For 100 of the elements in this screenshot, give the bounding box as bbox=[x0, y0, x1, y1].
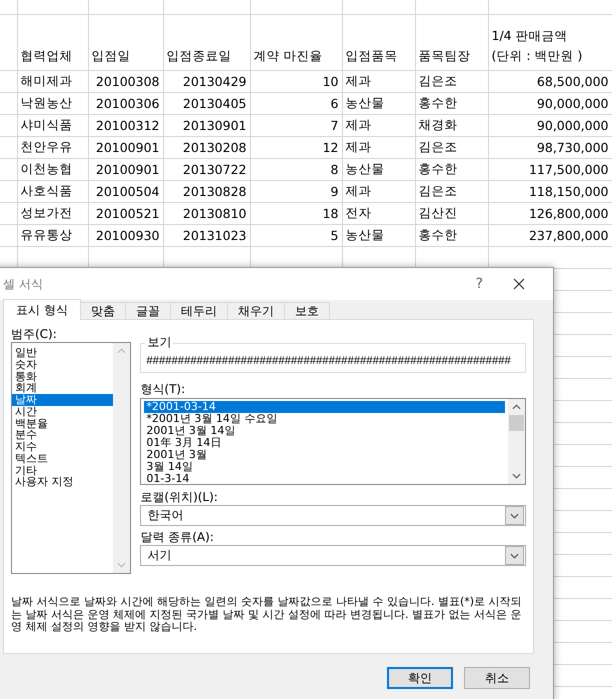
column-header: 계약 마진율 bbox=[254, 47, 322, 65]
scroll-thumb[interactable] bbox=[509, 415, 524, 431]
table-cell: 68,500,000 bbox=[536, 74, 608, 89]
column-header: 1/4 판매금액 (단위 : 백만원 ) bbox=[492, 27, 582, 65]
table-cell: 홍수한 bbox=[418, 227, 458, 242]
list-item[interactable]: 분수 bbox=[12, 429, 114, 441]
table-cell: 18 bbox=[322, 206, 338, 221]
list-item[interactable]: 통화 bbox=[12, 370, 114, 382]
table-cell: 김은조 bbox=[418, 139, 458, 154]
table-cell: 90,000,000 bbox=[536, 96, 608, 111]
scroll-up-icon[interactable] bbox=[512, 404, 521, 410]
scroll-down-icon[interactable] bbox=[512, 473, 521, 479]
table-cell: 20100306 bbox=[96, 96, 160, 111]
table-cell: 20100930 bbox=[96, 228, 160, 243]
table-cell: 제과 bbox=[346, 183, 372, 198]
table-cell: 샤미식품 bbox=[20, 117, 72, 132]
cancel-button[interactable]: 취소 bbox=[464, 667, 530, 689]
list-item[interactable]: 텍스트 bbox=[12, 452, 114, 464]
list-item[interactable]: 3월 14일 bbox=[144, 461, 505, 473]
format-list[interactable]: *2001-03-14 *2001년 3월 14일 수요일 2001년 3월 14일 01年 3月 14日 2001년 3월 3월 14일 01-3-14 bbox=[140, 398, 526, 485]
list-item[interactable]: 지수 bbox=[12, 441, 114, 453]
close-icon bbox=[513, 278, 525, 290]
tab[interactable]: 글꼴 bbox=[124, 302, 171, 319]
field-label: 로캘(위치)(L): bbox=[140, 489, 219, 505]
list-item[interactable]: 일반 bbox=[12, 347, 114, 359]
dropdown[interactable]: 한국어 bbox=[140, 505, 526, 526]
list-item[interactable]: 01-3-14 bbox=[144, 473, 505, 484]
table-cell: 홍수한 bbox=[418, 95, 458, 110]
table-cell: 제과 bbox=[346, 139, 372, 154]
table-cell: 낙원농산 bbox=[20, 95, 72, 110]
table-cell: 20100521 bbox=[96, 206, 160, 221]
table-cell: 천안우유 bbox=[20, 139, 72, 154]
list-item[interactable]: 날짜 bbox=[12, 394, 114, 406]
dropdown[interactable]: 서기 bbox=[140, 545, 526, 566]
table-cell: 20100901 bbox=[96, 162, 160, 177]
tab[interactable]: 채우기 bbox=[226, 302, 285, 319]
table-cell: 이천농협 bbox=[20, 161, 72, 176]
table-cell: 성보가전 bbox=[20, 205, 72, 220]
field-label: 달력 종류(A): bbox=[140, 529, 215, 545]
table-cell: 20130810 bbox=[182, 206, 246, 221]
column-header: 협력업체 bbox=[20, 47, 72, 65]
field-label: 범주(C): bbox=[11, 326, 58, 342]
column-header: 품목팀장 bbox=[418, 47, 470, 65]
ok-button[interactable]: 확인 bbox=[387, 667, 453, 689]
table-cell: 20130405 bbox=[182, 96, 246, 111]
list-item[interactable]: 01年 3月 14日 bbox=[144, 437, 505, 449]
table-cell: 90,000,000 bbox=[536, 118, 608, 133]
dropdown-icon[interactable] bbox=[510, 512, 519, 518]
table-cell: 7 bbox=[330, 118, 338, 133]
table-cell: 118,150,000 bbox=[528, 184, 608, 199]
table-cell: 20100901 bbox=[96, 140, 160, 155]
table-cell: 5 bbox=[330, 228, 338, 243]
table-cell: 농산물 bbox=[346, 227, 384, 242]
field-label: 형식(T): bbox=[140, 381, 186, 397]
list-item[interactable]: 사용자 지정 bbox=[12, 476, 114, 488]
table-cell: 10 bbox=[322, 74, 338, 89]
table-cell: 20130901 bbox=[182, 118, 246, 133]
tab[interactable]: 보호 bbox=[284, 302, 330, 319]
tab[interactable]: 표시 형식 bbox=[3, 299, 81, 320]
table-cell: 8 bbox=[330, 162, 338, 177]
table-cell: 20131023 bbox=[182, 228, 246, 243]
description-text: 날짜 서식으로 날짜와 시간에 해당하는 일련의 숫자를 날짜값으로 나타낼 수 있습니다. 별표(*)로 시작되는 날짜 서식은 운영 체제에 지정된 국가별 날짜 및 시간 설정에 따라 변경됩니다. 별표가 없는 서식은 운영 체제 설정의 영향을 받지 않습니다. bbox=[11, 596, 523, 634]
table-cell: 20130429 bbox=[182, 74, 246, 89]
table-cell: 사호식품 bbox=[20, 183, 72, 198]
table-cell: 6 bbox=[330, 96, 338, 111]
table-cell: 해미제과 bbox=[20, 73, 72, 88]
category-list[interactable]: 일반 숫자 통화 회계 날짜 시간 백분율 분수 지수 텍스트 기타 사용자 지정 bbox=[11, 342, 132, 574]
table-cell: 20130828 bbox=[182, 184, 246, 199]
tab[interactable]: 테두리 bbox=[170, 302, 228, 319]
table-cell: 농산물 bbox=[346, 95, 384, 110]
table-cell: 김은조 bbox=[418, 183, 458, 198]
table-cell: 20100504 bbox=[96, 184, 160, 199]
table-cell: 채경화 bbox=[418, 117, 458, 132]
table-cell: 유유통상 bbox=[20, 227, 72, 242]
table-cell: 20100308 bbox=[96, 74, 160, 89]
table-cell: 126,800,000 bbox=[528, 206, 608, 221]
dropdown-icon[interactable] bbox=[510, 552, 519, 558]
help-button[interactable]: ? bbox=[476, 276, 483, 292]
table-cell: 농산물 bbox=[346, 161, 384, 176]
group-label: 보기 bbox=[145, 335, 174, 349]
table-cell: 김은조 bbox=[418, 73, 458, 88]
list-item[interactable]: 백분율 bbox=[12, 418, 114, 430]
dialog-title: 셀 서식 bbox=[3, 276, 43, 292]
table-cell: 237,800,000 bbox=[528, 228, 608, 243]
list-item[interactable]: 2001년 3월 14일 bbox=[144, 425, 505, 437]
column-header: 입점일 bbox=[92, 47, 130, 65]
list-item[interactable]: *2001년 3월 14일 수요일 bbox=[144, 413, 505, 425]
list-item[interactable]: 기타 bbox=[12, 464, 114, 476]
table-cell: 9 bbox=[330, 184, 338, 199]
list-item[interactable]: 숫자 bbox=[12, 358, 114, 370]
table-cell: 김산진 bbox=[418, 205, 458, 220]
table-cell: 12 bbox=[322, 140, 338, 155]
list-item[interactable]: 회계 bbox=[12, 382, 114, 394]
column-header: 입점종료일 bbox=[166, 47, 232, 65]
list-item[interactable]: *2001-03-14 bbox=[144, 401, 505, 413]
tab[interactable]: 맞춤 bbox=[80, 302, 126, 319]
list-item[interactable]: 2001년 3월 bbox=[144, 449, 505, 461]
list-item[interactable]: 시간 bbox=[12, 406, 114, 418]
table-cell: 20100312 bbox=[96, 118, 160, 133]
table-cell: 117,500,000 bbox=[528, 162, 608, 177]
